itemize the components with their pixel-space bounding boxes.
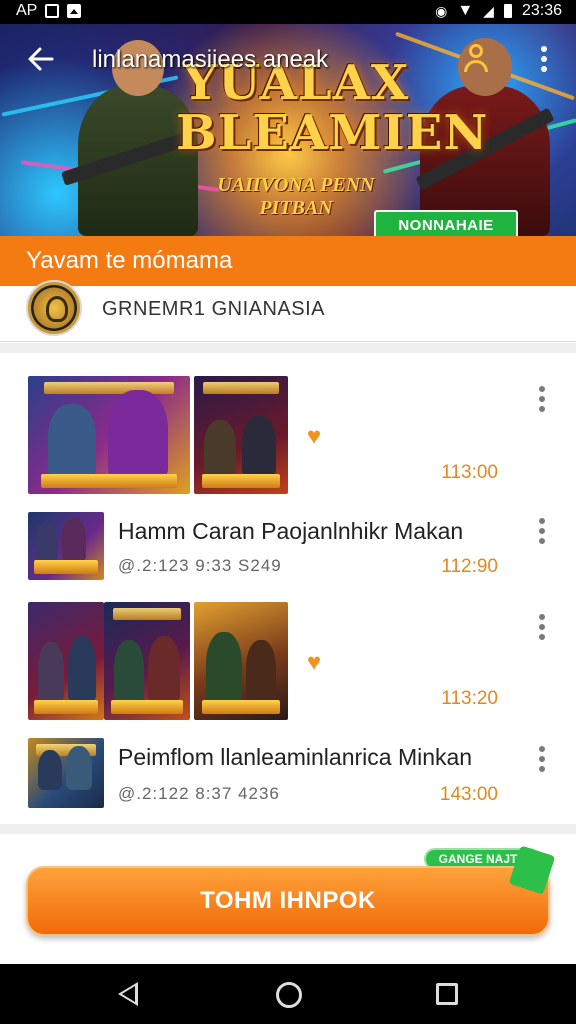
more-vert-icon[interactable] [540,46,548,72]
game-thumbnail[interactable] [194,376,288,494]
more-vert-icon[interactable] [538,386,546,412]
item-price: 143:00 [439,784,498,805]
status-left-text: AP [16,2,38,19]
primary-cta-button[interactable]: TOHM IHNPOK [26,866,550,936]
battery-icon [503,4,512,18]
list-item[interactable]: Peimflom llanleaminlanrica Minkan @.2:12… [0,728,576,820]
item-meta: @.2:122 8:37 4236 [118,784,280,803]
vibrate-icon: ◉ [435,2,448,19]
item-price: 112:90 [441,556,498,577]
divider [0,824,576,834]
user-icon[interactable] [462,40,490,76]
nav-home-icon[interactable] [276,982,302,1008]
item-title[interactable]: Peimflom llanleaminlanrica Minkan [118,744,472,771]
channel-logo [26,280,82,336]
status-bar: AP ◉ ▼ ◢ 23:36 [0,0,576,24]
status-time: 23:36 [521,2,562,19]
signal-icon: ◢ [483,2,494,19]
list-item[interactable]: ♥ 113:00 [0,366,576,500]
list-item[interactable]: ♥ 113:20 [0,592,576,726]
game-thumbnail[interactable] [194,602,288,720]
section-title: Yavam te mómama [26,247,233,274]
item-meta: @.2:123 9:33 S249 [118,556,282,575]
more-vert-icon[interactable] [538,614,546,640]
wifi-icon: ▼ [457,2,474,19]
game-thumbnail[interactable] [28,602,104,720]
more-vert-icon[interactable] [538,518,546,544]
game-thumbnail[interactable] [28,376,190,494]
heart-icon[interactable]: ♥ [302,425,326,449]
item-title[interactable]: Hamm Caran Paojanlnhikr Makan [118,518,463,545]
heart-icon[interactable]: ♥ [302,651,326,675]
game-thumbnail[interactable] [28,738,104,808]
nav-back-icon[interactable] [118,982,138,1006]
arrow-left-icon[interactable] [24,42,58,76]
page-title: linlanamasiiees aneak [92,46,329,73]
system-nav-bar [0,964,576,1024]
download-icon [67,4,82,18]
image-icon [45,4,60,18]
game-thumbnail[interactable] [28,512,104,580]
item-price: 113:20 [441,688,498,709]
game-thumbnail[interactable] [104,602,190,720]
item-price: 113:00 [441,462,498,483]
list-item[interactable]: Hamm Caran Paojanlnhikr Makan @.2:123 9:… [0,500,576,592]
section-header: Yavam te mómama [0,236,576,286]
nav-recents-icon[interactable] [436,983,458,1005]
channel-row[interactable]: GRNEMR1 GNIANASIA [0,280,576,342]
channel-name: GRNEMR1 GNIANASIA [102,298,325,320]
banner-action-button[interactable]: NONNAHAIE [374,210,518,236]
more-vert-icon[interactable] [538,746,546,772]
divider [0,343,576,353]
